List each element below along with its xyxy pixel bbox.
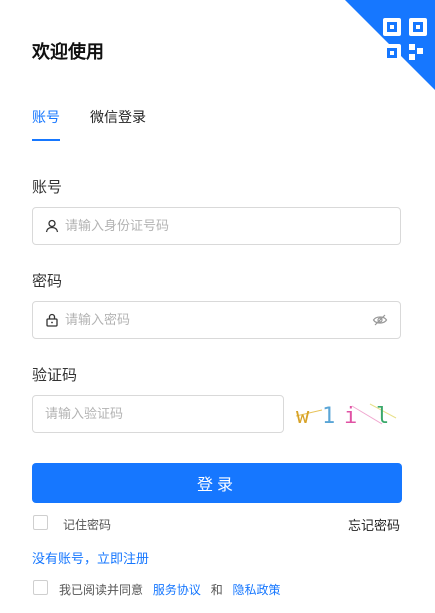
agreement-checkbox[interactable] [33,580,48,595]
service-agreement-link[interactable]: 服务协议 [153,583,201,597]
svg-text:w: w [296,404,310,429]
eye-off-icon[interactable] [372,312,388,328]
captcha-image[interactable]: w 1 i l [292,396,402,434]
captcha-input[interactable] [33,396,283,432]
agreement-text: 我已阅读并同意 服务协议 和 隐私政策 [59,581,281,598]
tab-wechat-login[interactable]: 微信登录 [90,107,146,141]
agreement-prefix: 我已阅读并同意 [59,583,144,597]
tab-account[interactable]: 账号 [32,107,60,141]
account-label: 账号 [32,178,63,196]
account-input[interactable] [65,208,400,244]
svg-text:1: 1 [322,404,335,429]
page-title: 欢迎使用 [32,42,104,63]
login-button[interactable]: 登录 [32,463,402,503]
login-tabs: 账号 微信登录 [32,107,146,141]
password-input[interactable] [65,302,372,338]
account-field [32,207,401,245]
qrcode-login-toggle[interactable] [345,0,435,90]
lock-icon [45,313,59,327]
forgot-password-link[interactable]: 忘记密码 [348,515,400,534]
password-label: 密码 [32,272,63,290]
svg-text:i: i [344,404,357,429]
remember-checkbox[interactable] [33,515,48,530]
qrcode-icon [383,18,427,62]
captcha-label: 验证码 [32,366,78,384]
register-link[interactable]: 没有账号，立即注册 [32,548,149,567]
remember-label: 记住密码 [63,518,112,532]
svg-text:l: l [376,404,389,429]
privacy-policy-link[interactable]: 隐私政策 [233,583,281,597]
user-icon [45,219,59,233]
password-field [32,301,401,339]
agreement-and: 和 [210,583,223,597]
captcha-field [32,395,284,433]
